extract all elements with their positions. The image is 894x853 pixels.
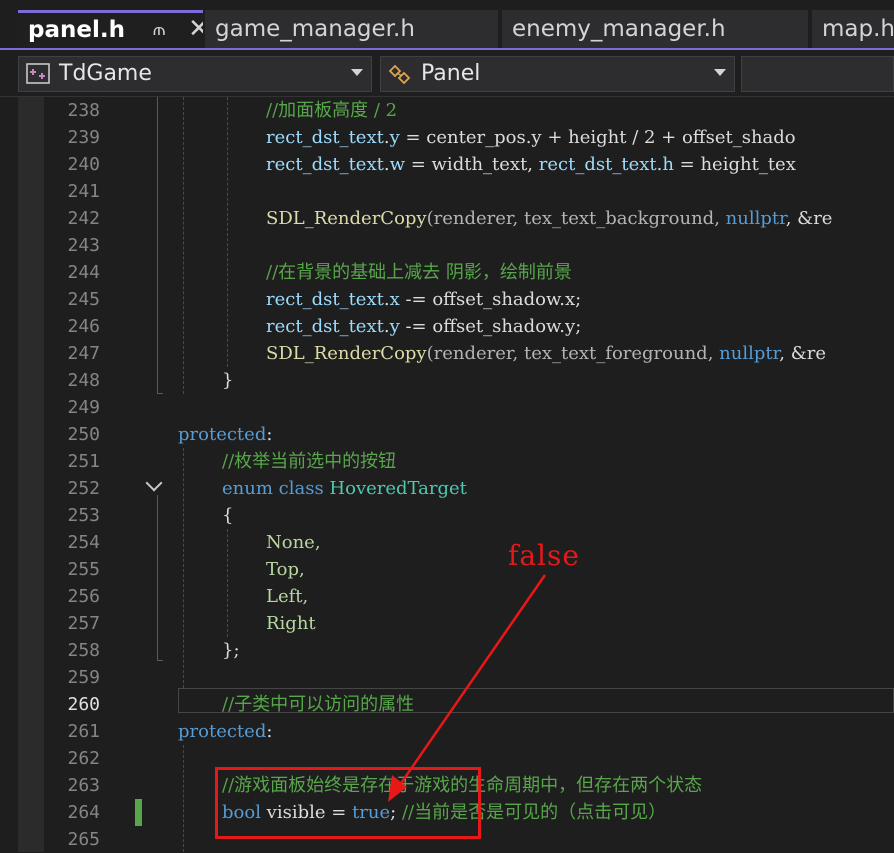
code-line: //在背景的基础上减去 阴影，绘制前景 (266, 262, 572, 283)
code-line: Right (266, 613, 316, 634)
line-number: 256 (67, 586, 100, 607)
code-line: Left, (266, 586, 309, 607)
tab-enemy-manager[interactable]: enemy_manager.h (502, 10, 808, 48)
line-number: 258 (67, 640, 100, 661)
tab-label: panel.h (28, 17, 125, 43)
line-number: 252 (67, 478, 100, 499)
line-number: 243 (67, 235, 100, 256)
indent-guide (183, 97, 184, 394)
fold-end (157, 393, 163, 394)
indent-guide (183, 448, 184, 688)
line-number-current: 260 (67, 694, 100, 715)
code-line: None, (266, 532, 321, 553)
chevron-down-icon (351, 69, 363, 76)
class-icon (388, 64, 411, 85)
left-margin (18, 97, 44, 852)
code-line: rect_dst_text.w = width_text, rect_dst_t… (266, 154, 796, 175)
line-number: 247 (67, 343, 100, 364)
change-marker (135, 799, 142, 826)
line-number: 263 (67, 775, 100, 796)
line-number: 248 (67, 370, 100, 391)
tab-label: map.h (822, 16, 894, 42)
code-line: //枚举当前选中的按钮 (222, 451, 397, 472)
code-line: protected: (178, 424, 273, 445)
line-number: 241 (67, 181, 100, 202)
code-line: rect_dst_text.y = center_pos.y + height … (266, 127, 796, 148)
member-dropdown[interactable] (741, 56, 894, 92)
line-number: 255 (67, 559, 100, 580)
code-line: }; (222, 640, 240, 661)
fold-line (157, 495, 158, 660)
line-number: 261 (67, 721, 100, 742)
line-number: 238 (67, 100, 100, 121)
tab-map[interactable]: map.h (812, 10, 894, 48)
line-number: 257 (67, 613, 100, 634)
project-label: TdGame (59, 61, 152, 86)
line-number: 249 (67, 397, 100, 418)
line-number: 264 (67, 802, 100, 823)
code-line: protected: (178, 721, 273, 742)
line-number: 242 (67, 208, 100, 229)
code-line: enum class HoveredTarget (222, 478, 467, 499)
chevron-down-icon (714, 69, 726, 76)
code-line: SDL_RenderCopy(renderer, tex_text_foregr… (266, 343, 826, 364)
code-editor[interactable]: 238 239 240 241 242 243 244 245 246 247 … (0, 97, 894, 852)
code-line: SDL_RenderCopy(renderer, tex_text_backgr… (266, 208, 833, 229)
line-number: 254 (67, 532, 100, 553)
indent-guide (227, 529, 228, 637)
code-line: { (222, 505, 234, 526)
line-number: 246 (67, 316, 100, 337)
tab-label: enemy_manager.h (512, 16, 726, 42)
pin-icon[interactable]: ⫙ (153, 13, 165, 47)
tab-label: game_manager.h (215, 16, 415, 42)
indent-guide (183, 745, 184, 852)
annotation-label: false (508, 539, 580, 572)
line-number: 265 (67, 829, 100, 850)
project-icon (26, 63, 50, 84)
code-line: //加面板高度 / 2 (266, 100, 398, 121)
line-number: 253 (67, 505, 100, 526)
tab-game-manager[interactable]: game_manager.h (205, 10, 498, 48)
fold-end (157, 660, 163, 661)
tab-strip: panel.h ⫙ ✕ game_manager.h enemy_manager… (0, 0, 894, 52)
line-number: 239 (67, 127, 100, 148)
project-dropdown[interactable]: TdGame (18, 56, 372, 92)
scope-label: Panel (421, 61, 481, 86)
code-line: rect_dst_text.x -= offset_shadow.x; (266, 289, 582, 310)
code-line: //子类中可以访问的属性 (222, 694, 415, 715)
line-number: 244 (67, 262, 100, 283)
line-number: 240 (67, 154, 100, 175)
code-line: rect_dst_text.y -= offset_shadow.y; (266, 316, 582, 337)
code-line: Top, (266, 559, 305, 580)
line-number: 250 (67, 424, 100, 445)
close-icon[interactable]: ✕ (188, 13, 203, 46)
tab-underline (0, 48, 894, 50)
line-number: 262 (67, 748, 100, 769)
highlight-box (215, 767, 481, 839)
chevron-down-icon[interactable] (145, 474, 163, 492)
navigation-bar: TdGame Panel (0, 52, 894, 97)
scope-dropdown[interactable]: Panel (380, 56, 735, 92)
code-line: } (222, 370, 234, 391)
line-number: 251 (67, 451, 100, 472)
line-number: 259 (67, 667, 100, 688)
tab-panel-h[interactable]: panel.h ⫙ ✕ (18, 10, 203, 48)
fold-line (157, 97, 158, 394)
indent-guide (227, 97, 228, 367)
line-number: 245 (67, 289, 100, 310)
